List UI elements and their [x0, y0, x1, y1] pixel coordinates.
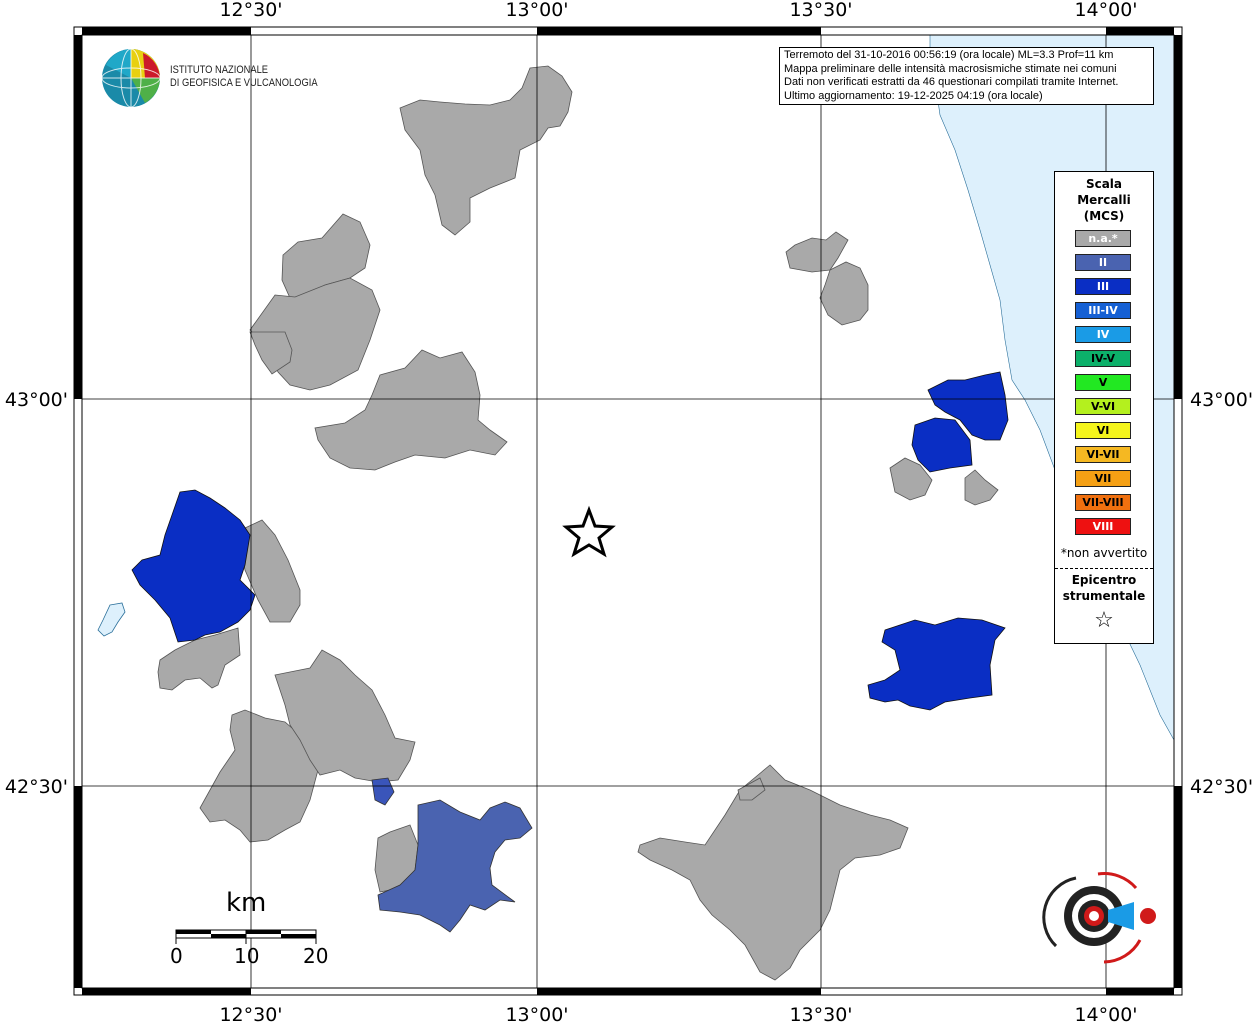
legend-item: VIII [1075, 518, 1131, 535]
legend-item: VII [1075, 470, 1131, 487]
legend-item: VI [1075, 422, 1131, 439]
legend-title-line1: Scala [1085, 177, 1123, 191]
legend-epicenter-line1: Epicentro [1071, 573, 1137, 587]
left-lat-label: 42°30' [5, 776, 68, 798]
right-lat-label: 42°30' [1190, 776, 1253, 798]
scale-unit: km [226, 888, 267, 918]
legend-divider [1055, 568, 1153, 569]
ingv-name-line1: ISTITUTO NAZIONALE [170, 64, 269, 76]
legend-title-line3: (MCS) [1083, 209, 1125, 223]
ingv-name-line2: DI GEOFISICA E VULCANOLOGIA [170, 77, 318, 89]
legend-title: Scala Mercalli (MCS) [1055, 176, 1153, 224]
legend-note: *non avvertito [1060, 546, 1148, 560]
bottom-lon-label: 14°00' [1074, 1004, 1137, 1024]
left-lat-label: 43°00' [5, 389, 68, 411]
legend-item: V [1075, 374, 1131, 391]
scale-tick-label: 0 [170, 944, 183, 968]
legend-star-icon: ☆ [1094, 608, 1114, 633]
legend-epicenter-line2: strumentale [1062, 589, 1146, 603]
legend-item: VII-VIII [1075, 494, 1131, 511]
info-line-update: Ultimo aggiornamento: 19-12-2025 04:19 (… [784, 89, 1043, 102]
scale-tick-label: 10 [234, 944, 260, 968]
bottom-lon-label: 13°00' [505, 1004, 568, 1024]
mcs-legend: Scala Mercalli (MCS) n.a.* II III III-IV IV I… [1054, 171, 1154, 644]
top-lon-label: 13°00' [505, 0, 568, 21]
ingv-name: ISTITUTO NAZIONALE DI GEOFISICA E VULCAN… [170, 64, 318, 90]
legend-title-line2: Mercalli [1077, 193, 1131, 207]
bottom-lon-label: 13°30' [789, 1004, 852, 1024]
top-lon-label: 14°00' [1074, 0, 1137, 21]
top-lon-label: 13°30' [789, 0, 852, 21]
haisentito-logo [1036, 866, 1166, 976]
bottom-lon-label: 12°30' [219, 1004, 282, 1024]
legend-item: II [1075, 254, 1131, 271]
right-lat-label: 43°00' [1190, 389, 1253, 411]
info-line-map: Mappa preliminare delle intensità macros… [784, 62, 1117, 75]
info-line-event: Terremoto del 31-10-2016 00:56:19 (ora l… [784, 49, 1114, 61]
scale-tick-label: 20 [303, 944, 329, 968]
info-line-data: Dati non verificati estratti da 46 quest… [784, 76, 1119, 88]
legend-epicenter-label: Epicentro strumentale [1055, 572, 1153, 604]
legend-item: III-IV [1075, 302, 1131, 319]
legend-item: n.a.* [1075, 230, 1131, 247]
legend-item: V-VI [1075, 398, 1131, 415]
legend-item: IV [1075, 326, 1131, 343]
legend-item: III [1075, 278, 1131, 295]
legend-item: VI-VII [1075, 446, 1131, 463]
ingv-logo [100, 47, 162, 113]
earthquake-info-box: Terremoto del 31-10-2016 00:56:19 (ora l… [779, 47, 1154, 105]
top-lon-label: 12°30' [219, 0, 282, 21]
legend-item: IV-V [1075, 350, 1131, 367]
